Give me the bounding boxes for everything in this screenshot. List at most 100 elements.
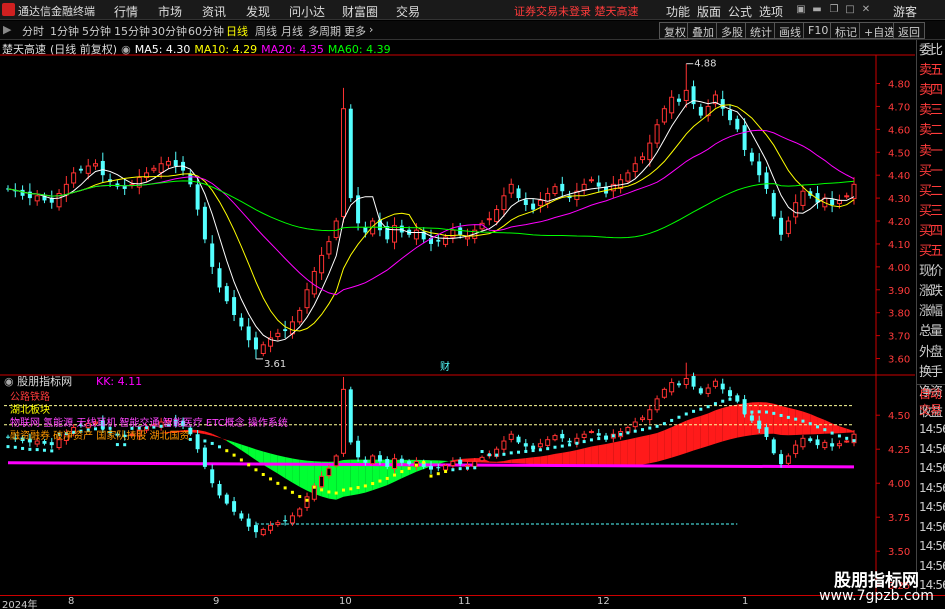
- candle-body: [661, 108, 667, 123]
- quote-row-label[interactable]: 现价: [919, 262, 945, 282]
- menu-formula[interactable]: 公式: [728, 3, 752, 20]
- settings-icon[interactable]: ▣: [794, 3, 808, 16]
- guest-label[interactable]: 游客: [893, 3, 917, 20]
- ind-candle-body: [749, 415, 754, 421]
- signal-dot: [837, 434, 841, 438]
- menu-discover[interactable]: 发现: [246, 3, 270, 20]
- back-button[interactable]: 返回: [893, 22, 925, 39]
- menu-quotes[interactable]: 行情: [114, 3, 138, 20]
- tick-time: 14:56: [919, 441, 945, 456]
- signal-dot: [677, 415, 681, 419]
- menu-trade[interactable]: 交易: [396, 3, 420, 20]
- period-5min[interactable]: 5分钟: [82, 23, 111, 39]
- period-1min[interactable]: 1分钟: [50, 23, 79, 39]
- login-alert[interactable]: 证券交易未登录 楚天高速: [514, 3, 639, 19]
- auto-label[interactable]: 自动: [919, 386, 942, 403]
- draw-line-button[interactable]: 画线: [774, 22, 806, 39]
- quote-row-label[interactable]: 卖二: [919, 121, 945, 141]
- period-60min[interactable]: 60分钟: [188, 23, 224, 39]
- quote-row-label[interactable]: 委比: [919, 41, 945, 61]
- ind-candle-body: [399, 458, 404, 463]
- period-more[interactable]: 更多: [344, 23, 366, 39]
- price-tick: 4.60: [888, 125, 910, 136]
- period-15min[interactable]: 15分钟: [114, 23, 150, 39]
- chart-area[interactable]: 4.80 4.70 4.60 4.50 4.40 4.30 4.20 4.10 4.00 3.90…: [0, 40, 915, 595]
- quote-row-label[interactable]: 买一: [919, 162, 945, 182]
- period-30min[interactable]: 30分钟: [151, 23, 187, 39]
- signal-dot: [261, 473, 265, 476]
- candle-body: [188, 173, 193, 185]
- quote-row-label[interactable]: 卖四: [919, 81, 945, 101]
- sector-line-1: 公路铁路: [10, 390, 50, 403]
- trend-ribbon: [649, 432, 658, 464]
- menu-market[interactable]: 市场: [158, 3, 182, 20]
- trend-ribbon: [686, 417, 694, 453]
- period-monthly[interactable]: 月线: [281, 23, 303, 39]
- period-daily[interactable]: 日线: [226, 23, 248, 39]
- chevron-right-icon[interactable]: ›: [369, 23, 373, 36]
- quote-row-label[interactable]: 卖五: [919, 61, 945, 81]
- menu-options[interactable]: 选项: [759, 3, 783, 20]
- signal-dot: [509, 451, 513, 455]
- ind-candle-body: [392, 458, 398, 470]
- candle-body: [728, 110, 733, 121]
- signal-dot: [531, 449, 535, 453]
- kline-chart[interactable]: 4.80 4.70 4.60 4.50 4.40 4.30 4.20 4.10 4.00 3.90…: [0, 40, 915, 595]
- ind-candle-body: [363, 459, 368, 463]
- minimize-icon[interactable]: ▬: [810, 3, 824, 16]
- menu-news[interactable]: 资讯: [202, 3, 226, 20]
- period-multi[interactable]: 多周期: [308, 23, 341, 39]
- signal-dot: [400, 470, 404, 474]
- overlay-button[interactable]: 叠加: [687, 22, 719, 39]
- candle-body: [78, 168, 83, 171]
- ind-candle-body: [808, 438, 813, 442]
- candle-body: [844, 195, 850, 198]
- signal-dot: [772, 411, 776, 415]
- quote-row-label[interactable]: 换手: [919, 363, 945, 383]
- maximize-icon[interactable]: □: [843, 3, 857, 16]
- menu-layout[interactable]: 版面: [697, 3, 721, 20]
- candle-body: [531, 203, 536, 210]
- indicator-tick: 4.50: [888, 411, 910, 422]
- candle-body: [246, 326, 251, 341]
- candle-body: [413, 229, 419, 240]
- signal-dot: [655, 424, 659, 428]
- tick-time: 14:56: [919, 422, 945, 436]
- quote-row-label[interactable]: 总量: [919, 322, 945, 342]
- signal-dot: [254, 468, 258, 472]
- ind-candle-body: [340, 388, 346, 454]
- close-icon[interactable]: ✕: [859, 3, 873, 16]
- multi-stock-button[interactable]: 多股: [716, 22, 748, 39]
- quote-row-label[interactable]: 外盘: [919, 343, 945, 363]
- quote-row-label[interactable]: 卖三: [919, 101, 945, 121]
- quote-row-label[interactable]: 涨幅: [919, 302, 945, 322]
- signal-dot: [816, 425, 820, 429]
- signal-dot: [115, 443, 119, 447]
- feature-line: 融资融券 破净资产 国家队持股 湖北国资: [10, 429, 190, 442]
- signal-dot: [830, 431, 834, 435]
- period-weekly[interactable]: 周线: [255, 23, 277, 39]
- play-icon[interactable]: ▶: [3, 23, 11, 36]
- menu-wealth[interactable]: 财富圈: [342, 3, 378, 20]
- menu-function[interactable]: 功能: [666, 3, 690, 20]
- menu-ask[interactable]: 问小达: [289, 3, 325, 20]
- signal-dot: [451, 468, 455, 472]
- quote-row-label[interactable]: 涨跌: [919, 282, 945, 302]
- ind-candle-body: [654, 398, 660, 411]
- quote-row-label[interactable]: 买四: [919, 222, 945, 242]
- quote-row-label[interactable]: 买二: [919, 182, 945, 202]
- restore-icon[interactable]: ❐: [827, 3, 841, 16]
- period-intraday[interactable]: 分时: [22, 23, 44, 39]
- quote-row-label[interactable]: 买五: [919, 242, 945, 262]
- ind-candle-body: [683, 377, 689, 385]
- candle-body: [581, 183, 587, 191]
- finance-marker[interactable]: 财: [440, 360, 450, 373]
- stats-button[interactable]: 统计: [745, 22, 777, 39]
- f10-button[interactable]: F10: [803, 22, 834, 39]
- trend-ribbon: [664, 427, 672, 460]
- quote-row-label[interactable]: 买三: [919, 202, 945, 222]
- candle-body: [363, 227, 368, 233]
- quote-row-label[interactable]: 卖一: [919, 142, 945, 162]
- trade-label[interactable]: 交易: [919, 402, 942, 419]
- mark-button[interactable]: 标记: [830, 22, 862, 39]
